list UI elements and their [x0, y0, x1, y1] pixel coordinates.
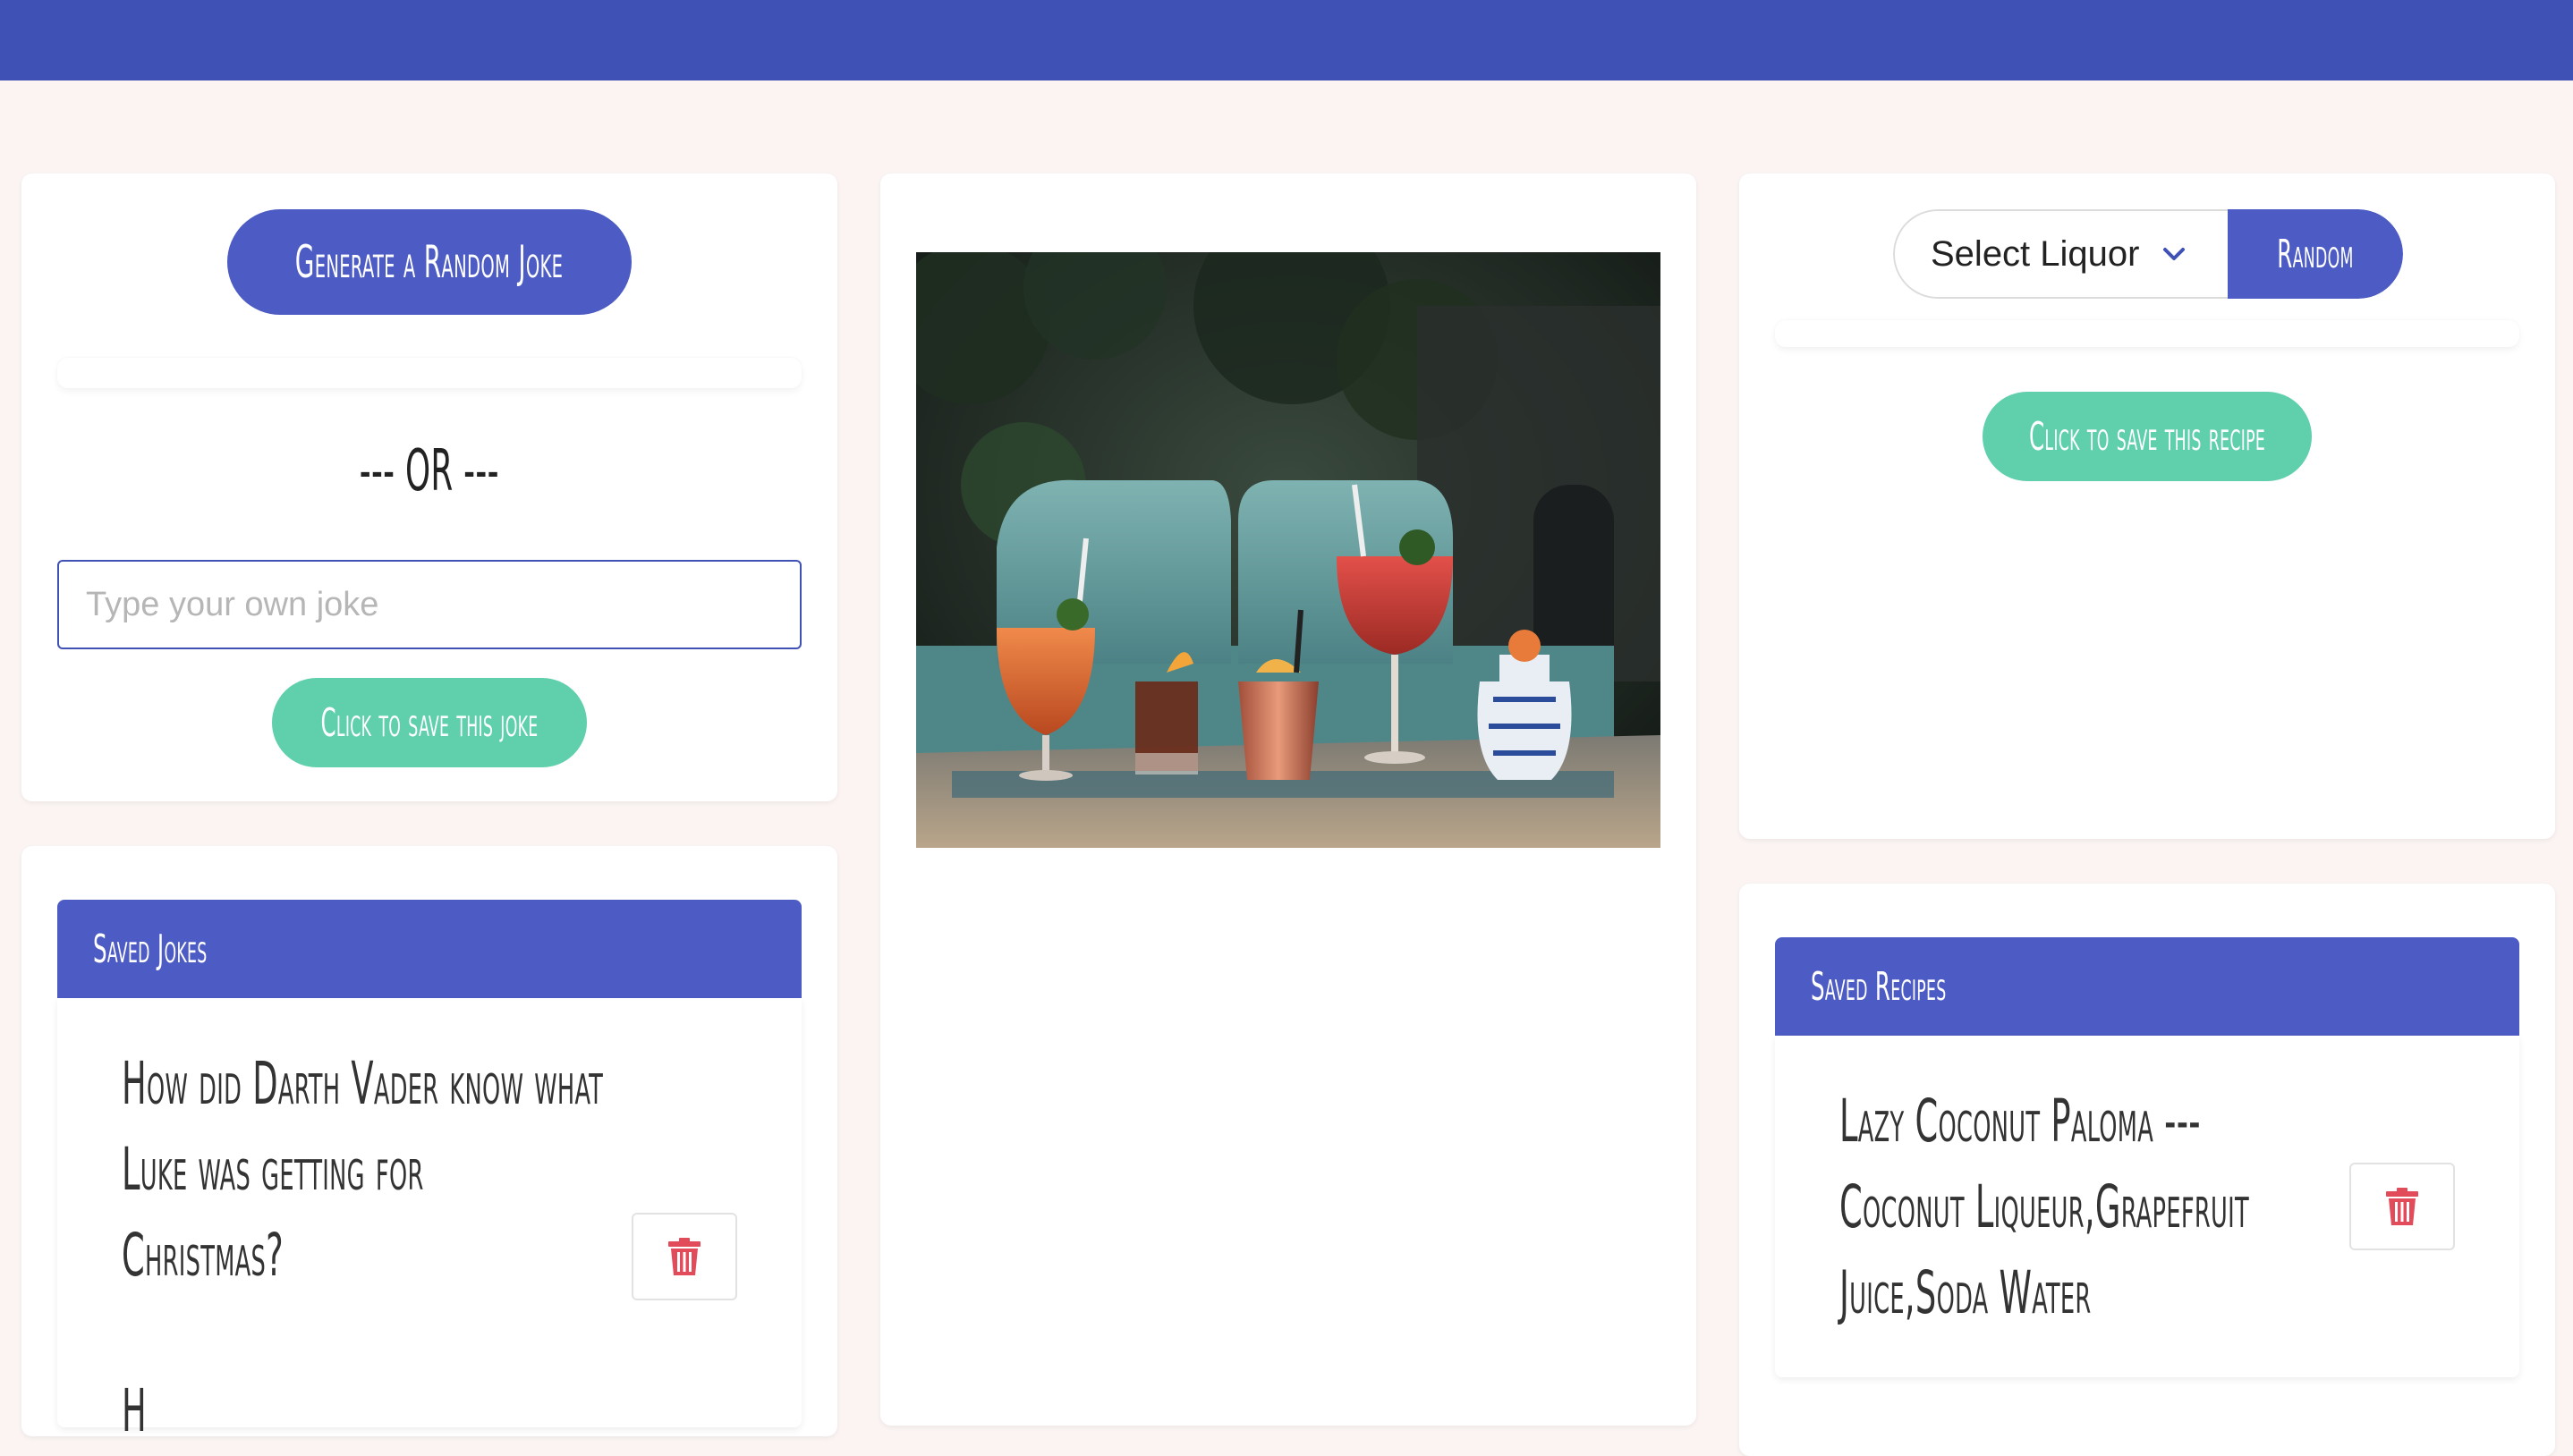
generate-joke-button-label: Generate a Random Joke [295, 236, 564, 288]
liquor-select[interactable]: Select Liquor [1893, 209, 2228, 299]
save-joke-button[interactable]: Click to save this joke [272, 678, 587, 767]
liquor-select-label: Select Liquor [1931, 233, 2140, 274]
random-recipe-button-label: Random [2277, 231, 2354, 277]
chevron-down-icon [2163, 248, 2186, 260]
save-recipe-button-label: Click to save this recipe [2028, 413, 2266, 460]
recipe-display-area [1775, 320, 2519, 347]
save-recipe-button[interactable]: Click to save this recipe [1983, 392, 2312, 481]
cocktails-photo-svg [916, 252, 1660, 848]
trash-icon [668, 1238, 701, 1275]
saved-joke-text: How did Darth Vader know what Luke was g… [122, 1049, 604, 1290]
or-separator: --- OR --- [360, 438, 499, 504]
liquor-select-group: Select Liquor Random [1893, 209, 2403, 299]
generate-joke-button[interactable]: Generate a Random Joke [227, 209, 632, 315]
joke-display-area [57, 358, 802, 388]
trash-icon [2386, 1188, 2418, 1225]
saved-recipe-text: Lazy Coconut Paloma --- Coconut Liqueur,… [1839, 1087, 2249, 1327]
delete-joke-button[interactable] [632, 1213, 737, 1300]
top-navbar [0, 0, 2573, 80]
random-recipe-button[interactable]: Random [2228, 209, 2403, 299]
cocktails-photo [916, 252, 1660, 848]
saved-recipes-header: Saved Recipes [1775, 937, 2519, 1036]
joke-input[interactable] [57, 560, 802, 649]
saved-jokes-header: Saved Jokes [57, 900, 802, 998]
delete-recipe-button[interactable] [2349, 1163, 2455, 1250]
save-joke-button-label: Click to save this joke [320, 699, 539, 746]
saved-joke-next-fragment: H [122, 1376, 148, 1445]
